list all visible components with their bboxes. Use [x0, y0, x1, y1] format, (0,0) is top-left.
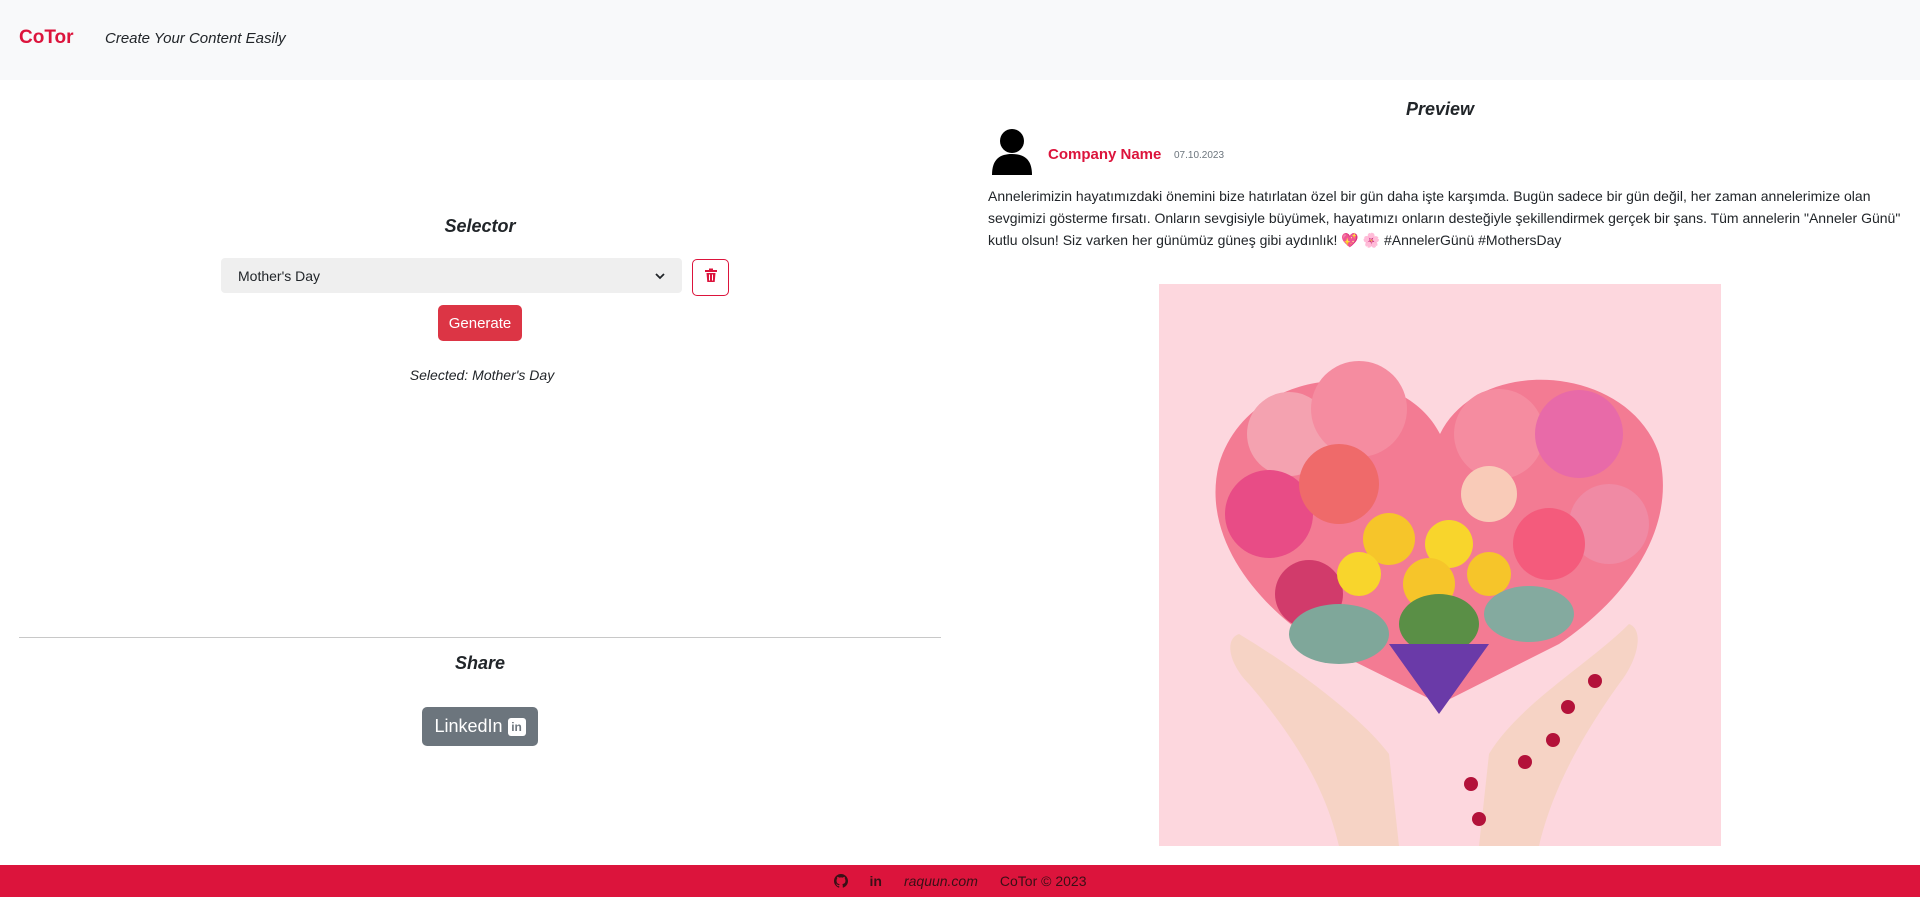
- selected-value: Mother's Day: [472, 367, 555, 383]
- trash-icon: [704, 268, 718, 288]
- brand-logo[interactable]: CoTor: [19, 27, 74, 49]
- post-image: [1159, 284, 1721, 846]
- footer: in raquun.com CoTor © 2023: [0, 865, 1920, 897]
- linkedin-share-label: LinkedIn: [434, 716, 503, 736]
- preview-panel: Preview Company Name 07.10.2023 Anneleri…: [960, 80, 1920, 865]
- flower-heart-illustration: [1159, 284, 1721, 846]
- copyright: CoTor © 2023: [999, 873, 1087, 889]
- navbar: CoTor Create Your Content Easily: [0, 0, 1920, 80]
- github-icon[interactable]: [833, 874, 848, 888]
- linkedin-icon: in: [507, 717, 526, 736]
- selected-status: Selected: Mother's Day: [0, 367, 960, 383]
- occasion-select[interactable]: Mother's Day: [221, 258, 682, 293]
- company-name: Company Name: [1048, 146, 1162, 163]
- chevron-down-icon: [655, 271, 665, 281]
- linkedin-icon[interactable]: in: [870, 873, 882, 889]
- site-link[interactable]: raquun.com: [904, 873, 978, 889]
- divider: [19, 637, 941, 638]
- user-avatar-icon: [990, 127, 1034, 177]
- selector-panel: Selector Mother's Day Generate Selected:…: [0, 80, 960, 865]
- delete-button[interactable]: [692, 259, 729, 296]
- share-heading: Share: [454, 653, 506, 673]
- selected-prefix: Selected:: [409, 367, 469, 383]
- preview-heading: Preview: [1405, 99, 1475, 119]
- post-date: 07.10.2023: [1174, 150, 1225, 161]
- linkedin-share-button[interactable]: LinkedIn in: [422, 707, 538, 746]
- selector-heading: Selector: [444, 216, 516, 236]
- generate-button[interactable]: Generate: [438, 305, 522, 341]
- post-text: Annelerimizin hayatımızdaki önemini bize…: [988, 188, 1901, 248]
- occasion-select-value: Mother's Day: [238, 267, 321, 284]
- brand-tagline: Create Your Content Easily: [105, 30, 286, 47]
